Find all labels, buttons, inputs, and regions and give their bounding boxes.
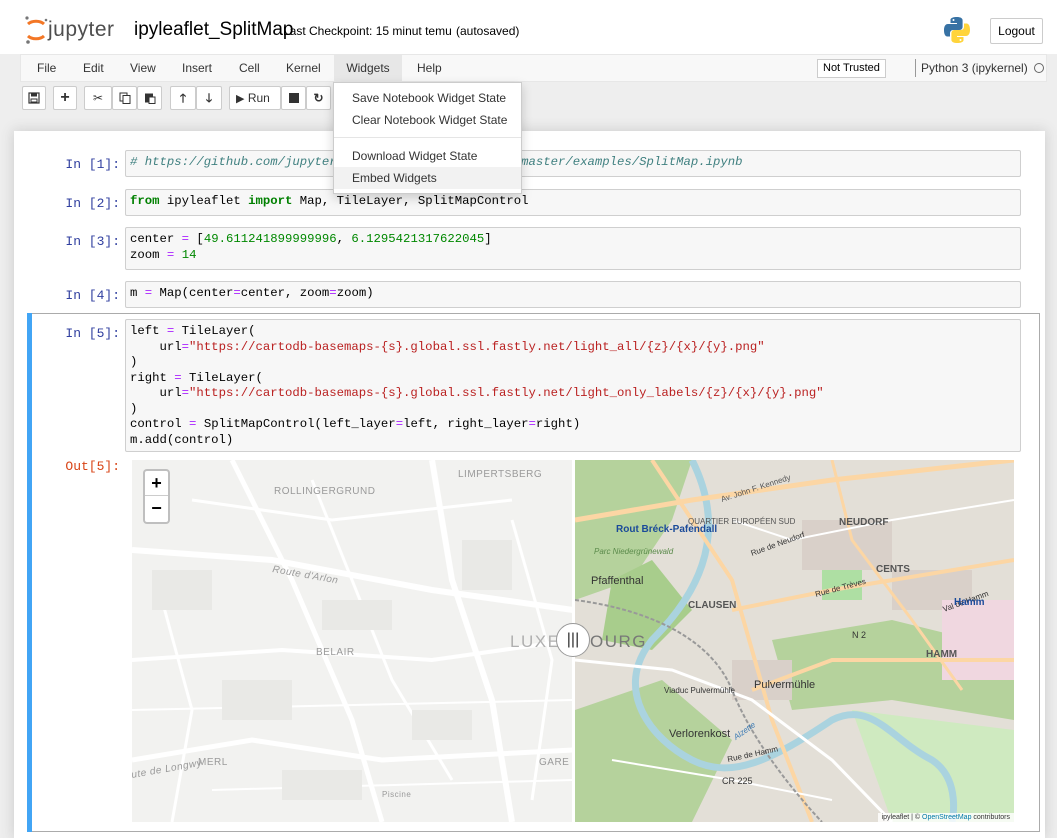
menu-edit[interactable]: Edit — [73, 55, 114, 81]
label-luxembourg-left: LUXE — [510, 632, 560, 651]
save-widget-state-item[interactable]: Save Notebook Widget State — [334, 87, 521, 109]
move-down-button[interactable]: 🡓 — [196, 86, 222, 110]
interrupt-button[interactable] — [281, 86, 306, 110]
label-cents: CENTS — [876, 564, 910, 575]
menu-divider — [334, 137, 521, 138]
move-up-button[interactable]: 🡑 — [170, 86, 196, 110]
cell-5-prompt: In [5]: — [65, 326, 120, 341]
save-icon — [28, 92, 40, 104]
label-gare: GARE — [539, 757, 569, 768]
cell-2-prompt: In [2]: — [65, 196, 120, 211]
zoom-out-button[interactable]: − — [145, 496, 168, 521]
cell-4-prompt: In [4]: — [65, 288, 120, 303]
clear-widget-state-item[interactable]: Clear Notebook Widget State — [334, 109, 521, 131]
label-limpertsberg: LIMPERTSBERG — [458, 469, 542, 480]
selected-cell-indicator — [27, 313, 32, 832]
python-logo-icon — [944, 17, 970, 43]
menu-insert[interactable]: Insert — [172, 55, 222, 81]
label-hamm: HAMM — [926, 649, 957, 660]
restart-icon: ↻ — [313, 91, 324, 105]
label-clausen: CLAUSEN — [688, 600, 736, 611]
copy-button[interactable] — [112, 86, 137, 110]
cell-3-input[interactable]: center = [49.611241899999996, 6.12954213… — [125, 227, 1021, 270]
cell-3-prompt: In [3]: — [65, 234, 120, 249]
run-label: Run — [247, 91, 270, 105]
scissors-icon: ✂ — [92, 91, 104, 105]
map-attribution: ipyleaflet | © OpenStreetMap contributor… — [877, 813, 1014, 822]
zoom-control: + − — [143, 469, 170, 524]
kernel-idle-icon — [1034, 63, 1044, 73]
header: jupyter ipyleaflet_SplitMap Last Checkpo… — [0, 0, 1057, 54]
menu-widgets[interactable]: Widgets — [334, 55, 402, 81]
arrow-up-icon: 🡑 — [179, 91, 187, 105]
label-parc-niedergrunewald: Parc Niedergrünewald — [594, 547, 674, 556]
label-hamm-station: Hamm — [954, 597, 985, 608]
cell-4-input[interactable]: m = Map(center=center, zoom=zoom) — [125, 281, 1021, 308]
cell-2-input[interactable]: from ipyleaflet import Map, TileLayer, S… — [125, 189, 1021, 216]
kernel-name[interactable]: Python 3 (ipykernel) — [921, 55, 1028, 81]
save-button[interactable] — [22, 86, 46, 110]
trusted-badge[interactable]: Not Trusted — [817, 59, 886, 78]
plus-icon: + — [60, 89, 70, 106]
cell-1-input[interactable]: # https://github.com/jupyter-widgets/ipy… — [125, 150, 1021, 177]
play-icon: ▶ — [236, 93, 245, 105]
insert-cell-button[interactable]: + — [53, 86, 77, 110]
split-handle[interactable]: ||| — [556, 623, 590, 657]
label-viaduc: Viaduc Pulvermühle — [664, 686, 736, 695]
embed-widgets-item[interactable]: Embed Widgets — [334, 167, 521, 189]
arrow-down-icon: 🡓 — [205, 91, 213, 105]
paste-button[interactable] — [137, 86, 162, 110]
logout-button[interactable]: Logout — [990, 18, 1043, 44]
cut-button[interactable]: ✂ — [84, 86, 112, 110]
copy-icon — [119, 92, 130, 104]
output-prompt: Out[5]: — [65, 459, 120, 474]
label-belair: BELAIR — [316, 647, 355, 658]
autosave-status: (autosaved) — [456, 24, 520, 38]
label-rollingergrund: ROLLINGERGRUND — [274, 486, 375, 497]
toolbar: + ✂ 🡑 🡓 ▶ Run ↻ — [20, 84, 1047, 112]
menu-kernel[interactable]: Kernel — [276, 55, 331, 81]
openstreetmap-link[interactable]: OpenStreetMap — [922, 814, 971, 821]
menu-view[interactable]: View — [120, 55, 166, 81]
cell-1-prompt: In [1]: — [65, 157, 120, 172]
split-map[interactable]: LIMPERTSBERG ROLLINGERGRUND Route d'Arlo… — [132, 460, 1014, 822]
menu-file[interactable]: File — [27, 55, 66, 81]
label-pulvermuhle: Pulvermühle — [754, 679, 815, 691]
label-pfaffenthal: Pfaffenthal — [591, 575, 643, 587]
zoom-in-button[interactable]: + — [145, 471, 168, 496]
label-neudorf: NEUDORF — [839, 517, 888, 528]
label-luxembourg-right: OURG — [590, 632, 647, 651]
download-widget-state-item[interactable]: Download Widget State — [334, 145, 521, 167]
notebook-name[interactable]: ipyleaflet_SplitMap — [134, 19, 293, 41]
checkpoint-status: Last Checkpoint: 15 minut temu — [283, 24, 452, 38]
label-verlorenkost: Verlorenkost — [669, 728, 730, 740]
run-button[interactable]: ▶ Run — [229, 86, 281, 110]
kernel-separator — [915, 59, 916, 77]
notebook-container: In [1]: # https://github.com/jupyter-wid… — [14, 131, 1045, 838]
label-piscine: Piscine — [382, 790, 411, 799]
label-quartier-europeen: QUARTIER EUROPÉEN SUD — [688, 517, 796, 526]
widgets-dropdown-menu: Save Notebook Widget State Clear Noteboo… — [333, 82, 522, 194]
stop-icon — [288, 93, 299, 103]
label-n2: N 2 — [852, 630, 866, 640]
paste-icon — [144, 93, 155, 104]
restart-button[interactable]: ↻ — [306, 86, 331, 110]
menu-help[interactable]: Help — [407, 55, 452, 81]
drag-handle-icon: ||| — [566, 631, 580, 648]
label-cr225: CR 225 — [722, 776, 753, 786]
logo-text: jupyter — [48, 18, 115, 41]
cell-5-input[interactable]: left = TileLayer( url="https://cartodb-b… — [125, 319, 1021, 452]
menu-cell[interactable]: Cell — [229, 55, 270, 81]
menubar: File Edit View Insert Cell Kernel Widget… — [20, 54, 1047, 82]
